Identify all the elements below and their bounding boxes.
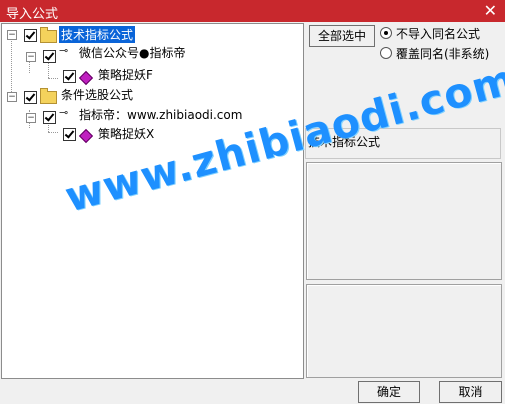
collapse-icon[interactable]: − (26, 113, 36, 123)
formula-gem-icon (78, 70, 94, 86)
tree-connector (11, 38, 12, 92)
cancel-button[interactable]: 取消 (439, 381, 502, 403)
folder-icon (40, 88, 57, 104)
tree-item-strategy-f[interactable]: 策略捉妖F (98, 66, 153, 83)
radio-no-import[interactable] (380, 27, 392, 39)
checkbox-screening-formulas[interactable] (24, 91, 37, 104)
collapse-icon[interactable]: − (7, 30, 17, 40)
tree-connector (48, 132, 58, 133)
key-icon: ⊸ (59, 106, 69, 119)
formula-tree[interactable]: − 技术指标公式 − ⊸ 微信公众号●指标帝 策略捉妖F − 条件选股公式 − … (1, 23, 304, 379)
radio-overwrite[interactable] (380, 47, 392, 59)
window-title: 导入公式 (6, 7, 59, 22)
radio-no-import-label[interactable]: 不导入同名公式 (396, 25, 480, 42)
tree-item-screening-formulas[interactable]: 条件选股公式 (61, 86, 133, 103)
checkbox-zhibiaodi-group[interactable] (43, 111, 56, 124)
folder-icon (40, 27, 57, 43)
checkbox-strategy-x[interactable] (63, 128, 76, 141)
formula-gem-icon (78, 128, 94, 144)
title-bar: 导入公式 ✕ (0, 0, 505, 22)
formula-detail-panel (306, 162, 502, 280)
checkbox-wechat-group[interactable] (43, 50, 56, 63)
collapse-icon[interactable]: − (7, 92, 17, 102)
ok-button[interactable]: 确定 (358, 381, 420, 403)
formula-preview-panel (306, 284, 502, 378)
radio-overwrite-label[interactable]: 覆盖同名(非系统) (396, 45, 489, 62)
collapse-icon[interactable]: − (26, 52, 36, 62)
checkbox-strategy-f[interactable] (63, 70, 76, 83)
tree-item-wechat-group[interactable]: 微信公众号●指标帝 (79, 44, 185, 61)
tree-item-strategy-x[interactable]: 策略捉妖X (98, 125, 154, 142)
tree-item-zhibiaodi-group[interactable]: 指标帝：www.zhibiaodi.com (79, 106, 242, 123)
select-all-button[interactable]: 全部选中 (309, 25, 375, 47)
checkbox-technical-formulas[interactable] (24, 29, 37, 42)
tree-item-technical-formulas[interactable]: 技术指标公式 (59, 26, 136, 43)
tree-connector (48, 78, 58, 79)
key-icon: ⊸ (59, 44, 69, 57)
close-icon[interactable]: ✕ (484, 1, 497, 21)
